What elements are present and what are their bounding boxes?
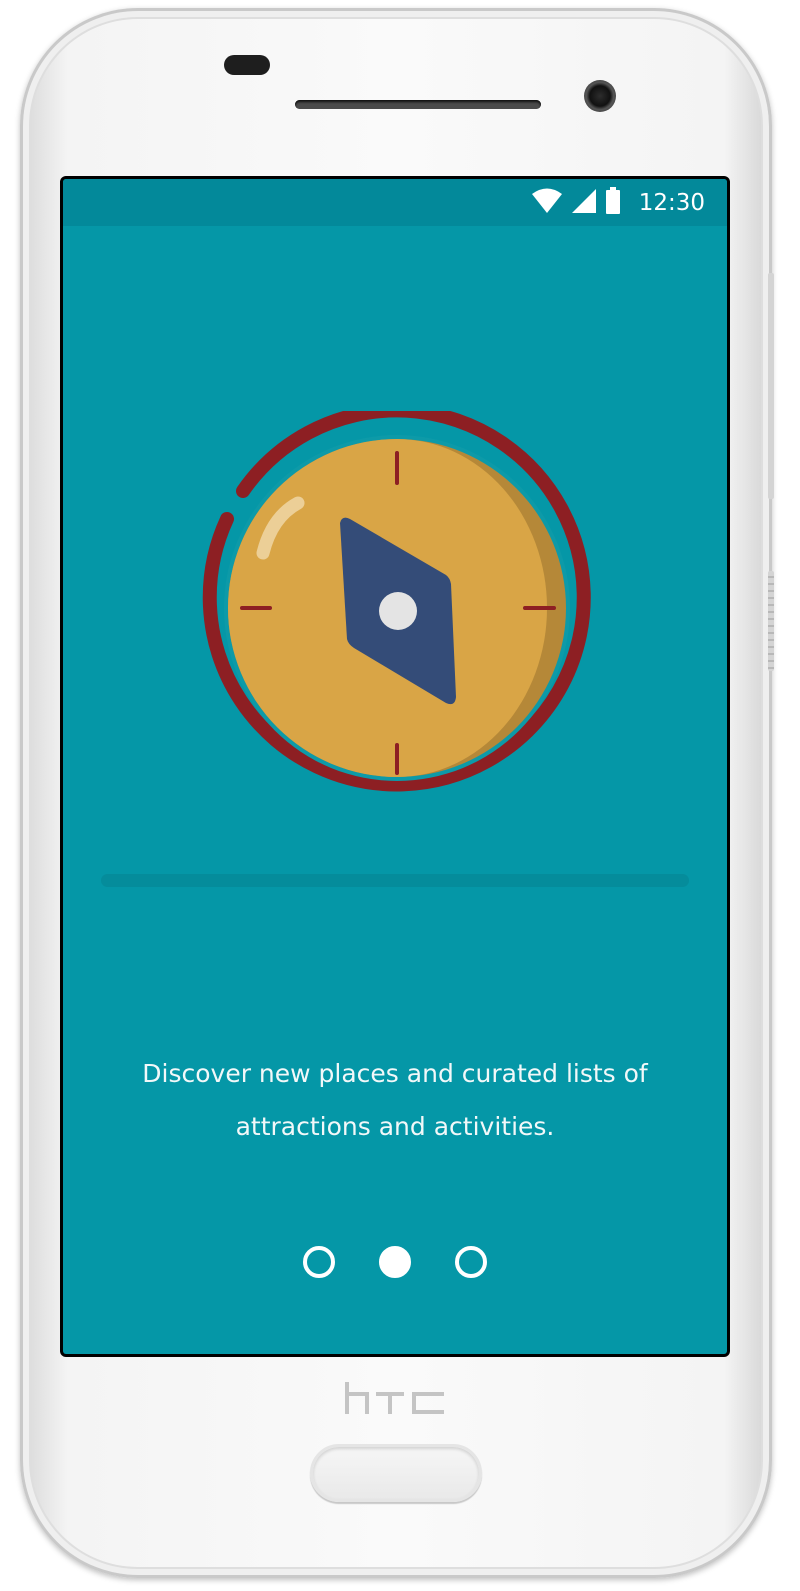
onboarding-caption: Discover new places and curated lists of…	[142, 1059, 648, 1141]
page-indicator	[63, 1244, 727, 1280]
power-button	[768, 273, 774, 499]
htc-logo	[340, 1380, 450, 1420]
home-button[interactable]	[310, 1444, 482, 1502]
onboarding-screen: 12:30 Discover new places and curated li…	[63, 179, 727, 1354]
page-dot-2-active[interactable]	[379, 1246, 411, 1278]
status-icons: 12:30	[531, 186, 705, 220]
wifi-icon	[531, 188, 563, 219]
front-camera	[584, 80, 616, 112]
cellular-signal-icon	[571, 188, 597, 219]
battery-icon	[605, 186, 621, 220]
status-bar: 12:30	[63, 179, 727, 226]
page-dot-1[interactable]	[303, 1246, 335, 1278]
divider	[101, 874, 689, 887]
status-time: 12:30	[638, 190, 705, 216]
volume-rocker	[768, 571, 774, 671]
screen: 12:30 Discover new places and curated li…	[60, 176, 730, 1357]
page-dot-3[interactable]	[455, 1246, 487, 1278]
earpiece-speaker	[295, 100, 541, 109]
compass-icon	[200, 403, 594, 805]
proximity-sensor	[224, 55, 270, 75]
